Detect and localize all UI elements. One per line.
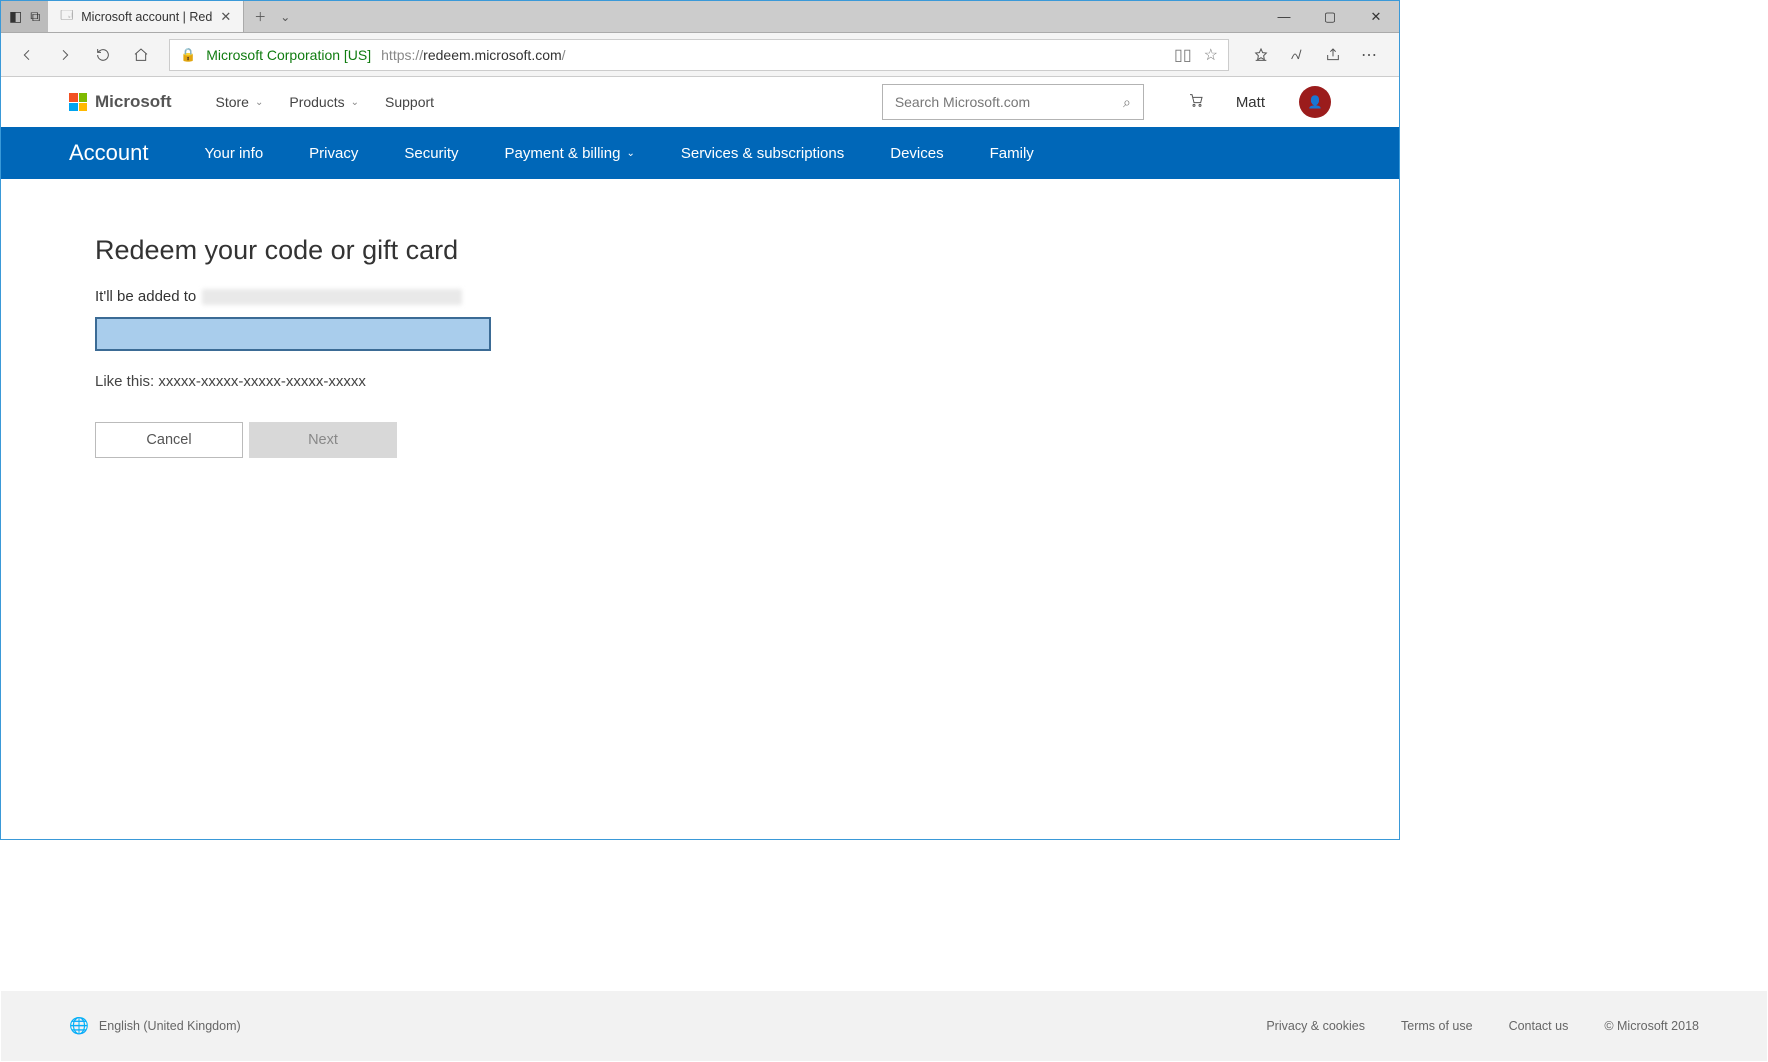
page-icon (60, 6, 73, 27)
nav-your-info[interactable]: Your info (205, 145, 264, 162)
microsoft-logo-text: Microsoft (95, 92, 172, 112)
back-button[interactable] (9, 37, 45, 73)
cancel-button[interactable]: Cancel (95, 422, 243, 458)
tab-aside-icon[interactable]: ◧ (9, 8, 22, 25)
close-window-button[interactable]: ✕ (1353, 1, 1399, 33)
footer-privacy[interactable]: Privacy & cookies (1266, 1019, 1365, 1033)
favorites-hub-icon[interactable] (1243, 37, 1279, 73)
chevron-down-icon: ⌄ (255, 97, 263, 108)
browser-tab[interactable]: Microsoft account | Red ✕ (48, 1, 244, 32)
lock-icon: 🔒 (180, 47, 196, 63)
search-icon[interactable]: ⌕ (1123, 94, 1131, 111)
tab-title: Microsoft account | Red (81, 10, 212, 24)
more-menu-icon[interactable]: ⋯ (1351, 37, 1387, 73)
nav-privacy[interactable]: Privacy (309, 145, 358, 162)
close-tab-icon[interactable]: ✕ (220, 9, 231, 25)
account-nav: Account Your info Privacy Security Payme… (1, 127, 1399, 179)
nav-support[interactable]: Support (385, 94, 434, 110)
nav-services-subscriptions[interactable]: Services & subscriptions (681, 145, 844, 162)
redeem-code-input[interactable] (95, 317, 491, 351)
site-header: Microsoft Store⌄ Products⌄ Support Searc… (1, 77, 1399, 127)
url-text: https://redeem.microsoft.com/ (381, 47, 565, 63)
site-footer: 🌐 English (United Kingdom) Privacy & coo… (1, 991, 1767, 1061)
home-button[interactable] (123, 37, 159, 73)
cart-icon[interactable] (1188, 92, 1204, 113)
ev-certificate-label: Microsoft Corporation [US] (206, 47, 371, 63)
window-controls: — ▢ ✕ (1261, 1, 1399, 32)
redacted-account (202, 289, 462, 305)
chevron-down-icon: ⌄ (626, 148, 634, 159)
code-format-hint: Like this: xxxxx-xxxxx-xxxxx-xxxxx-xxxxx (95, 373, 1305, 390)
next-button[interactable]: Next (249, 422, 397, 458)
nav-products[interactable]: Products⌄ (289, 94, 359, 110)
user-name[interactable]: Matt (1236, 94, 1265, 111)
added-to-label: It'll be added to (95, 288, 196, 305)
share-icon[interactable] (1315, 37, 1351, 73)
address-bar[interactable]: 🔒 Microsoft Corporation [US] https://red… (169, 39, 1229, 71)
footer-terms[interactable]: Terms of use (1401, 1019, 1473, 1033)
favorite-star-icon[interactable]: ☆ (1204, 45, 1218, 65)
forward-button[interactable] (47, 37, 83, 73)
browser-titlebar: ◧ ⧉ Microsoft account | Red ✕ ＋ ⌄ — ▢ ✕ (1, 1, 1399, 33)
footer-contact[interactable]: Contact us (1509, 1019, 1569, 1033)
new-tab-icon[interactable]: ＋ (254, 8, 266, 25)
main-content: Redeem your code or gift card It'll be a… (1, 179, 1399, 514)
nav-devices[interactable]: Devices (890, 145, 943, 162)
notes-icon[interactable] (1279, 37, 1315, 73)
tab-preview-icon[interactable]: ⧉ (30, 8, 40, 25)
nav-payment-billing[interactable]: Payment & billing⌄ (505, 145, 635, 162)
minimize-button[interactable]: — (1261, 1, 1307, 33)
globe-icon[interactable]: 🌐 (69, 1016, 89, 1036)
nav-security[interactable]: Security (404, 145, 458, 162)
account-nav-title[interactable]: Account (69, 140, 149, 166)
locale-label[interactable]: English (United Kingdom) (99, 1019, 241, 1033)
tabs-dropdown-icon[interactable]: ⌄ (280, 10, 290, 24)
search-placeholder: Search Microsoft.com (895, 94, 1030, 110)
tab-actions-left: ◧ ⧉ (1, 1, 48, 32)
microsoft-logo[interactable]: Microsoft (69, 92, 172, 112)
footer-copyright: © Microsoft 2018 (1604, 1019, 1699, 1033)
reading-view-icon[interactable]: ▯▯ (1174, 45, 1192, 65)
maximize-button[interactable]: ▢ (1307, 1, 1353, 33)
browser-toolbar: 🔒 Microsoft Corporation [US] https://red… (1, 33, 1399, 77)
tab-controls: ＋ ⌄ (244, 1, 300, 32)
search-input[interactable]: Search Microsoft.com ⌕ (882, 84, 1144, 120)
refresh-button[interactable] (85, 37, 121, 73)
page-heading: Redeem your code or gift card (95, 235, 1305, 266)
chevron-down-icon: ⌄ (351, 97, 359, 108)
nav-store[interactable]: Store⌄ (216, 94, 264, 110)
nav-family[interactable]: Family (990, 145, 1034, 162)
avatar[interactable]: 👤 (1299, 86, 1331, 118)
